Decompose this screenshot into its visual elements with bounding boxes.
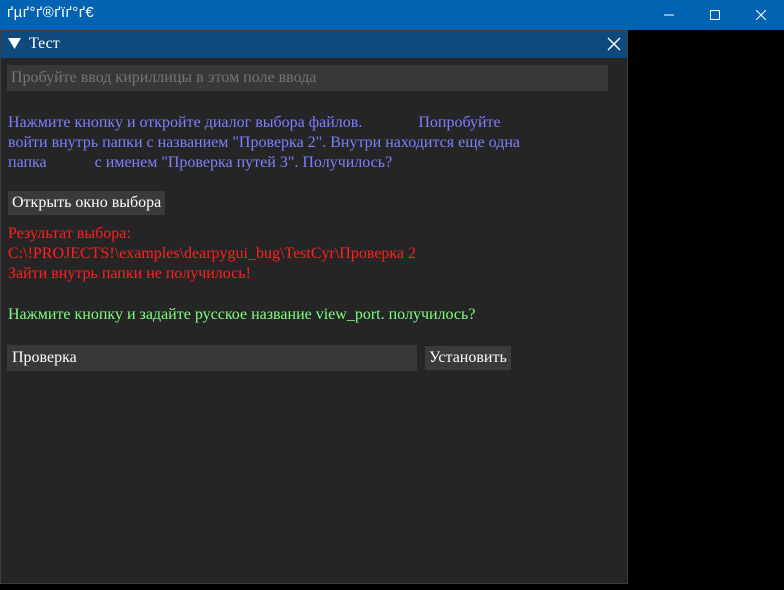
imgui-window: Тест Нажмите кнопку и откройте диалог вы… (0, 30, 628, 584)
instruction-line-1: Нажмите кнопку и откройте диалог выбора … (8, 114, 501, 131)
set-button[interactable]: Установить (425, 346, 511, 370)
instruction-line-3: папка с именем "Проверка путей 3". Получ… (8, 154, 393, 171)
viewport: Тест Нажмите кнопку и откройте диалог вы… (0, 30, 784, 590)
result-path: C:\!PROJECTS!\examples\dearpygui_bug\Tes… (8, 245, 417, 262)
result-error: Зайти внутрь папки не получилось! (8, 265, 251, 282)
maximize-button[interactable] (692, 0, 738, 30)
open-dialog-button[interactable]: Открыть окно выбора (8, 191, 166, 215)
close-icon[interactable] (605, 35, 623, 53)
viewport-prompt: Нажмите кнопку и задайте русское названи… (8, 306, 476, 323)
close-icon (756, 10, 766, 20)
close-window-button[interactable] (738, 0, 784, 30)
minimize-button[interactable] (646, 0, 692, 30)
minimize-icon (664, 14, 674, 16)
os-titlebar[interactable]: ґµґ°ґ®ґїґ°ґ€ (0, 0, 784, 30)
os-window-title: ґµґ°ґ®ґїґ°ґ€ (7, 4, 95, 21)
triangle-down-icon[interactable] (8, 38, 21, 50)
cyrillic-input[interactable] (7, 65, 608, 91)
window-titlebar[interactable]: Тест (1, 31, 627, 58)
window-title: Тест (29, 35, 60, 52)
maximize-icon (710, 10, 720, 20)
result-label: Результат выбора: (8, 225, 131, 242)
viewport-name-input[interactable]: Проверка (7, 345, 417, 371)
instruction-line-2: войти внутрь папки с названием "Проверка… (8, 134, 521, 151)
